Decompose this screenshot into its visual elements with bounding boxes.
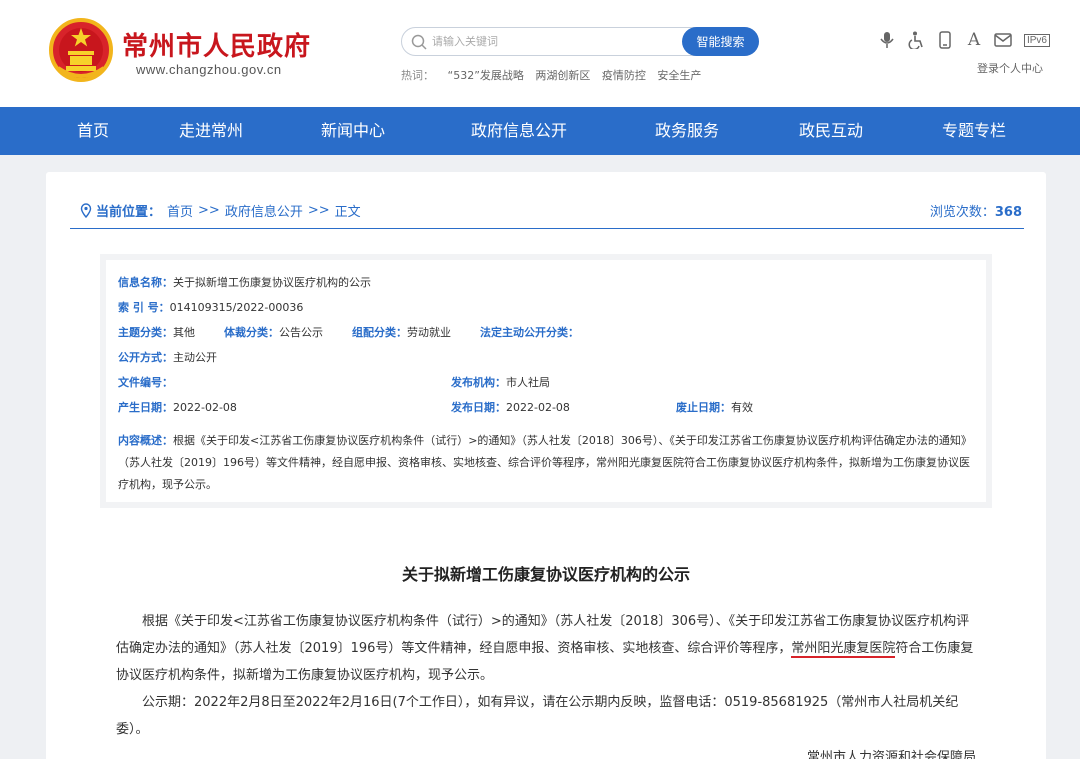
- meta-created-date: 产生日期：2022-02-08: [118, 399, 237, 415]
- breadcrumb: 当前位置： 首页 >> 政府信息公开 >> 正文: [80, 201, 361, 220]
- header-tools: A IPv6: [878, 30, 1051, 50]
- meta-value: 主动公开: [173, 351, 217, 364]
- meta-value: 劳动就业: [407, 326, 451, 339]
- breadcrumb-label: 当前位置：: [96, 205, 162, 220]
- meta-publisher: 发布机构：市人社局: [451, 374, 550, 390]
- meta-value: 2022-02-08: [173, 401, 237, 414]
- site-header: 常州市人民政府 www.changzhou.gov.cn 智能搜索 热词： “5…: [0, 0, 1080, 107]
- hot-word-link[interactable]: “532”发展战略: [448, 69, 524, 82]
- accessibility-icon[interactable]: [907, 31, 925, 49]
- meta-key: 公开方式：: [118, 351, 173, 364]
- meta-key: 主题分类：: [118, 326, 173, 339]
- view-count-value: 368: [994, 205, 1022, 220]
- nav-item-services[interactable]: 政务服务: [655, 107, 719, 155]
- meta-value: 014109315/2022-00036: [169, 301, 304, 314]
- hot-word-link[interactable]: 两湖创新区: [535, 69, 590, 82]
- nav-item-gov-info[interactable]: 政府信息公开: [471, 107, 567, 155]
- article-body: 根据《关于印发<江苏省工伤康复协议医疗机构条件（试行）>的通知》（苏人社发〔20…: [116, 608, 976, 743]
- meta-expire-date: 废止日期：有效: [676, 399, 753, 415]
- hot-words-label: 热词：: [401, 69, 434, 82]
- mobile-icon[interactable]: [936, 31, 954, 49]
- meta-summary: 内容概述：根据《关于印发<江苏省工伤康复协议医疗机构条件（试行）>的通知》（苏人…: [118, 430, 978, 496]
- search-box: 智能搜索: [401, 27, 759, 56]
- meta-legal-category: 法定主动公开分类：: [480, 324, 579, 340]
- meta-key: 发布日期：: [451, 401, 506, 414]
- breadcrumb-divider: [70, 228, 1024, 229]
- article-signature: 常州市人力资源和社会保障局: [806, 750, 976, 759]
- voice-icon[interactable]: [878, 31, 896, 49]
- breadcrumb-gov-info[interactable]: 政府信息公开: [225, 201, 303, 220]
- article-title: 关于拟新增工伤康复协议医疗机构的公示: [401, 565, 690, 584]
- nav-item-news[interactable]: 新闻中心: [321, 107, 385, 155]
- breadcrumb-current: 正文: [334, 205, 361, 220]
- hot-word-link[interactable]: 疫情防控: [602, 69, 646, 82]
- info-metadata-box: 信息名称：关于拟新增工伤康复协议医疗机构的公示 索 引 号：014109315/…: [100, 254, 992, 508]
- meta-key: 信息名称：: [118, 276, 173, 289]
- nav-item-interaction[interactable]: 政民互动: [799, 107, 863, 155]
- meta-value: 市人社局: [506, 376, 550, 389]
- national-emblem-icon[interactable]: [48, 18, 114, 84]
- article-paragraph: 根据《关于印发<江苏省工伤康复协议医疗机构条件（试行）>的通知》（苏人社发〔20…: [116, 608, 976, 689]
- site-url[interactable]: www.changzhou.gov.cn: [136, 62, 282, 77]
- mail-icon[interactable]: [994, 31, 1012, 49]
- meta-key: 废止日期：: [676, 401, 731, 414]
- breadcrumb-separator: >>: [198, 203, 220, 218]
- view-count-label: 浏览次数：: [929, 205, 995, 220]
- meta-value: 根据《关于印发<江苏省工伤康复协议医疗机构条件（试行）>的通知》（苏人社发〔20…: [118, 434, 972, 491]
- meta-published-date: 发布日期：2022-02-08: [451, 399, 570, 415]
- meta-key: 组配分类：: [352, 326, 407, 339]
- content-card: 当前位置： 首页 >> 政府信息公开 >> 正文 浏览次数：368 信息名称：关…: [46, 172, 1046, 759]
- search-icon: [411, 34, 427, 50]
- breadcrumb-home[interactable]: 首页: [167, 201, 193, 220]
- nav-item-home[interactable]: 首页: [77, 107, 109, 155]
- breadcrumb-separator: >>: [307, 203, 330, 218]
- meta-value: 公告公示: [279, 326, 323, 339]
- main-nav: 首页 走进常州 新闻中心 政府信息公开 政务服务 政民互动 专题专栏: [0, 107, 1080, 155]
- nav-item-about[interactable]: 走进常州: [179, 107, 243, 155]
- hot-words: 热词： “532”发展战略 两湖创新区 疫情防控 安全生产: [401, 67, 709, 83]
- meta-key: 索 引 号：: [118, 301, 170, 314]
- hot-word-link[interactable]: 安全生产: [657, 69, 701, 82]
- meta-value: 2022-02-08: [506, 401, 570, 414]
- article-paragraph: 公示期：2022年2月8日至2022年2月16日(7个工作日），如有异议，请在公…: [116, 695, 959, 737]
- meta-org-category: 组配分类：劳动就业: [352, 324, 451, 340]
- meta-value: 有效: [731, 401, 753, 414]
- meta-topic: 主题分类：其他: [118, 324, 195, 340]
- nav-item-special[interactable]: 专题专栏: [942, 107, 1006, 155]
- meta-doc-number: 文件编号：: [118, 374, 173, 390]
- ipv6-label: IPv6: [1023, 33, 1050, 47]
- login-link[interactable]: 登录个人中心: [977, 60, 1043, 76]
- site-title[interactable]: 常州市人民政府: [122, 26, 311, 63]
- meta-key: 文件编号：: [118, 376, 173, 389]
- meta-publish-mode: 公开方式：主动公开: [118, 349, 217, 365]
- meta-value: 其他: [173, 326, 195, 339]
- meta-key: 产生日期：: [118, 401, 173, 414]
- meta-info-name: 信息名称：关于拟新增工伤康复协议医疗机构的公示: [118, 274, 371, 290]
- view-count: 浏览次数：368: [930, 201, 1022, 220]
- font-size-icon[interactable]: A: [965, 30, 983, 50]
- search-input[interactable]: [432, 31, 672, 52]
- search-button[interactable]: 智能搜索: [682, 27, 759, 56]
- meta-key: 体裁分类：: [224, 326, 279, 339]
- meta-index: 索 引 号：014109315/2022-00036: [118, 299, 303, 315]
- highlighted-hospital-name: 常州阳光康复医院: [791, 641, 896, 658]
- meta-genre: 体裁分类：公告公示: [224, 324, 323, 340]
- meta-value: 关于拟新增工伤康复协议医疗机构的公示: [173, 276, 371, 289]
- meta-key: 法定主动公开分类：: [480, 326, 579, 339]
- meta-key: 发布机构：: [451, 376, 506, 389]
- ipv6-icon[interactable]: IPv6: [1023, 31, 1051, 49]
- location-pin-icon: [80, 203, 92, 218]
- meta-key: 内容概述：: [118, 434, 173, 447]
